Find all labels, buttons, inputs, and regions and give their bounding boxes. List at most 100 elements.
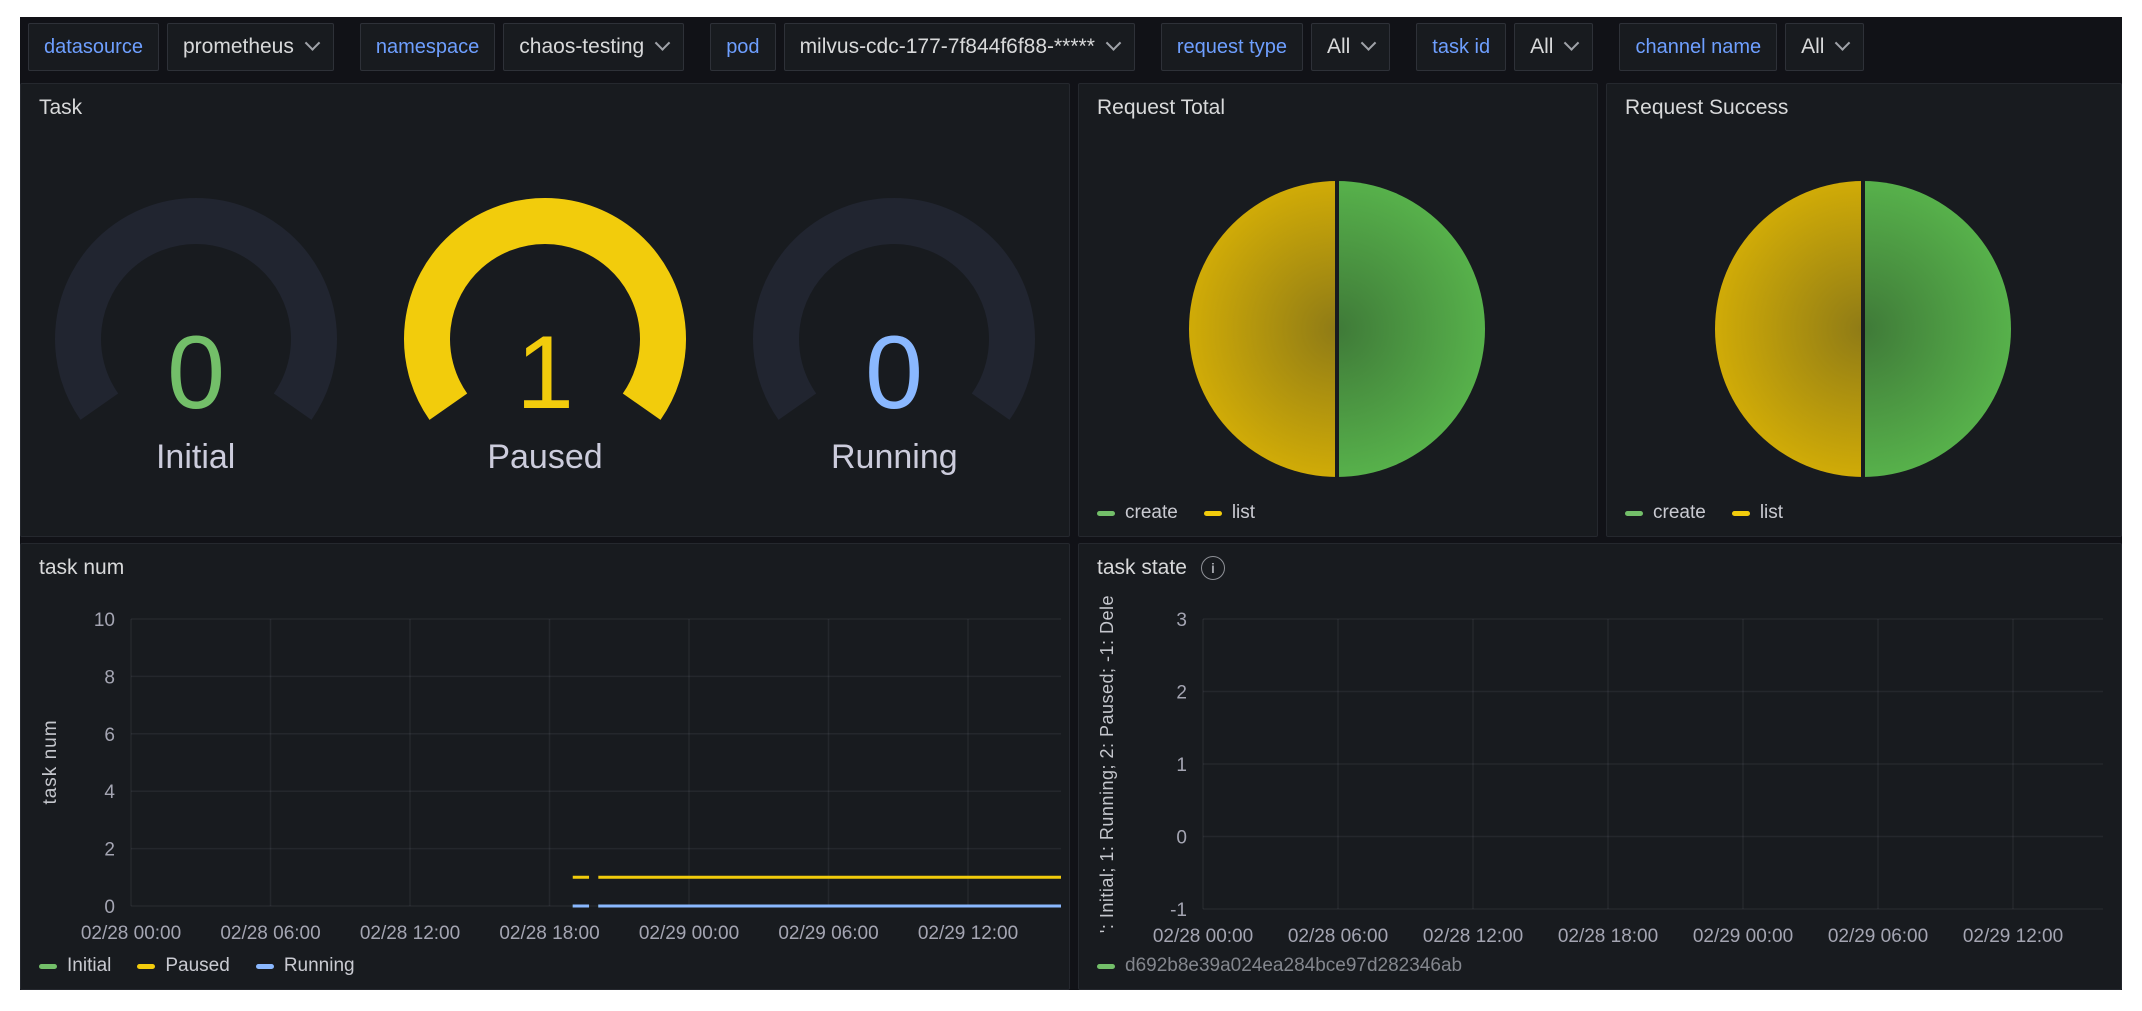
- gauge-value: 0: [865, 315, 923, 431]
- svg-text:02/28 12:00: 02/28 12:00: [1423, 926, 1523, 947]
- chevron-down-icon: [655, 35, 671, 51]
- legend-item-Paused[interactable]: Paused: [137, 955, 229, 977]
- y-axis-title: ': Initial; 1: Running; 2: Paused; -1: D…: [1094, 464, 1120, 990]
- legend-item-list[interactable]: list: [1204, 502, 1255, 524]
- panel-task-state: task state i ': Initial; 1: Running; 2: …: [1078, 543, 2122, 990]
- gauge-group: 0 Initial 1 Paused 0 Running: [21, 192, 1069, 477]
- svg-text:02/28 06:00: 02/28 06:00: [1288, 926, 1388, 947]
- variable-select[interactable]: prometheus: [167, 23, 334, 71]
- time-series-chart[interactable]: 0 2 4 6 8 10 02/28 00:00 02/28 06:00 02/28 12:00…: [21, 544, 1071, 990]
- variable-select[interactable]: milvus-cdc-177-7f844f6f88-*****: [784, 23, 1135, 71]
- legend: d692b8e39a024ea284bce97d282346ab: [1097, 955, 1462, 977]
- svg-text:02/28 00:00: 02/28 00:00: [81, 923, 181, 944]
- svg-text:1: 1: [1176, 755, 1187, 776]
- legend-swatch: [1204, 511, 1222, 516]
- gauge-label: Running: [831, 438, 958, 477]
- svg-text:4: 4: [104, 782, 115, 803]
- variable-datasource: datasourceprometheus: [28, 23, 334, 71]
- variable-task-id: task idAll: [1416, 23, 1593, 71]
- legend-swatch: [39, 964, 57, 969]
- pie-chart[interactable]: [1607, 84, 2122, 538]
- variable-label: datasource: [28, 23, 159, 71]
- svg-text:02/29 06:00: 02/29 06:00: [1828, 926, 1928, 947]
- svg-text:-1: -1: [1170, 900, 1187, 921]
- legend-item-Running[interactable]: Running: [256, 955, 355, 977]
- gauge-label: Paused: [487, 438, 602, 477]
- pie-slice-list[interactable]: [1715, 181, 1863, 477]
- variable-label: pod: [710, 23, 775, 71]
- svg-text:02/29 12:00: 02/29 12:00: [918, 923, 1018, 944]
- legend-swatch: [1097, 511, 1115, 516]
- variables-toolbar: datasourceprometheus namespacechaos-testi…: [28, 22, 1864, 72]
- time-series-chart[interactable]: -1 0 1 2 3 02/28 00:00 02/28 06:00 02/28 12:00 0…: [1079, 544, 2122, 990]
- svg-text:02/28 18:00: 02/28 18:00: [499, 923, 599, 944]
- svg-text:2: 2: [1176, 683, 1187, 704]
- panel-task: Task 0 Initial 1 Paused 0 Running: [20, 83, 1070, 537]
- y-axis-title: task num: [38, 562, 64, 962]
- legend-swatch: [137, 964, 155, 969]
- chevron-down-icon: [1835, 35, 1851, 51]
- svg-text:02/28 12:00: 02/28 12:00: [360, 923, 460, 944]
- legend-item-Initial[interactable]: Initial: [39, 955, 111, 977]
- variable-label: request type: [1161, 23, 1303, 71]
- legend-item-create[interactable]: create: [1625, 502, 1706, 524]
- panel-request-total: Request Total create list: [1078, 83, 1598, 537]
- gauge-label: Initial: [156, 438, 235, 477]
- svg-text:02/29 00:00: 02/29 00:00: [1693, 926, 1793, 947]
- svg-text:10: 10: [94, 610, 115, 631]
- gauge-running: 0 Running: [720, 192, 1069, 477]
- svg-text:2: 2: [104, 840, 115, 861]
- dashboard: datasourceprometheus namespacechaos-testi…: [20, 17, 2122, 990]
- variable-namespace: namespacechaos-testing: [360, 23, 684, 71]
- pie-slice-create[interactable]: [1863, 181, 2011, 477]
- panel-request-success: Request Success create list: [1606, 83, 2122, 537]
- legend: Initial Paused Running: [39, 955, 355, 977]
- variable-label: task id: [1416, 23, 1506, 71]
- chevron-down-icon: [1361, 35, 1377, 51]
- info-icon[interactable]: i: [1201, 556, 1225, 580]
- variable-select[interactable]: All: [1514, 23, 1593, 71]
- legend-swatch: [1732, 511, 1750, 516]
- variable-request-type: request typeAll: [1161, 23, 1390, 71]
- panel-task-num: task num task num 0 2 4 6 8 10 02/28 00:00 02/2…: [20, 543, 1070, 990]
- gauge-value: 0: [167, 315, 225, 431]
- gauge-initial: 0 Initial: [21, 192, 370, 477]
- chevron-down-icon: [1564, 35, 1580, 51]
- svg-text:8: 8: [104, 667, 115, 688]
- variable-channel-name: channel nameAll: [1619, 23, 1864, 71]
- legend-swatch: [1625, 511, 1643, 516]
- chevron-down-icon: [1106, 35, 1122, 51]
- legend-item-list[interactable]: list: [1732, 502, 1783, 524]
- variable-select[interactable]: chaos-testing: [503, 23, 684, 71]
- svg-text:02/29 00:00: 02/29 00:00: [639, 923, 739, 944]
- variable-label: namespace: [360, 23, 495, 71]
- panel-title[interactable]: task state i: [1097, 556, 1225, 580]
- pie-chart[interactable]: [1079, 84, 1599, 538]
- pie-slice-create[interactable]: [1337, 181, 1485, 477]
- panel-title[interactable]: Request Success: [1625, 96, 1788, 120]
- legend: create list: [1097, 502, 1255, 524]
- svg-text:02/28 06:00: 02/28 06:00: [220, 923, 320, 944]
- gauge-value: 1: [516, 315, 574, 431]
- legend-swatch: [1097, 964, 1115, 969]
- variable-label: channel name: [1619, 23, 1777, 71]
- panel-title[interactable]: task num: [39, 556, 124, 580]
- variable-select[interactable]: All: [1785, 23, 1864, 71]
- panel-title[interactable]: Task: [39, 96, 82, 120]
- legend-swatch: [256, 964, 274, 969]
- svg-text:0: 0: [1176, 828, 1187, 849]
- svg-text:0: 0: [104, 897, 115, 918]
- svg-text:6: 6: [104, 725, 115, 746]
- pie-slice-list[interactable]: [1189, 181, 1337, 477]
- svg-text:02/29 12:00: 02/29 12:00: [1963, 926, 2063, 947]
- variable-pod: podmilvus-cdc-177-7f844f6f88-*****: [710, 23, 1135, 71]
- legend-item-create[interactable]: create: [1097, 502, 1178, 524]
- chevron-down-icon: [305, 35, 321, 51]
- svg-text:02/28 00:00: 02/28 00:00: [1153, 926, 1253, 947]
- gauge-paused: 1 Paused: [370, 192, 719, 477]
- variable-select[interactable]: All: [1311, 23, 1390, 71]
- svg-text:3: 3: [1176, 610, 1187, 631]
- panel-title[interactable]: Request Total: [1097, 96, 1225, 120]
- legend: create list: [1625, 502, 1783, 524]
- legend-item-d692b8e39a024ea284bce97d282346ab[interactable]: d692b8e39a024ea284bce97d282346ab: [1097, 955, 1462, 977]
